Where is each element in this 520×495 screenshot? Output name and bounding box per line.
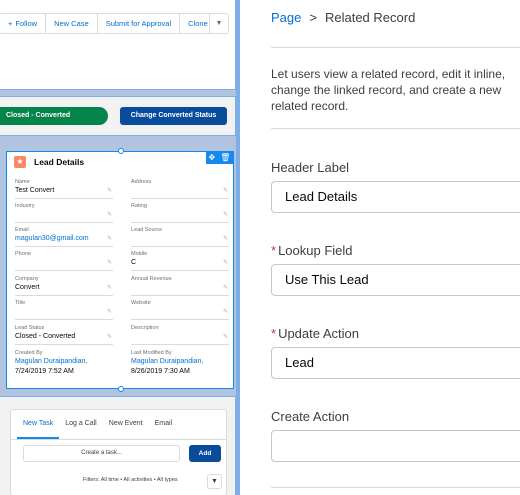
lookup-field-select[interactable]: Use This Lead [271,264,520,296]
pencil-icon[interactable]: ✎ [107,308,112,315]
pencil-icon[interactable]: ✎ [107,284,112,291]
created-by-user-link[interactable]: Magulan Duraipandian, [15,357,113,367]
pencil-icon[interactable]: ✎ [107,211,112,218]
field-lead-status: Lead Status Closed - Converted ✎ [15,324,113,345]
field-title: Title ✎ [15,299,113,320]
activity-component[interactable]: New Task Log a Call New Event Email Crea… [0,396,236,495]
more-actions-dropdown[interactable]: ▼ [209,13,229,34]
email-link[interactable]: magulan30@gmail.com [15,234,113,244]
move-icon[interactable]: ✥ [209,152,216,164]
resize-handle-bottom[interactable] [118,386,124,392]
pencil-icon[interactable]: ✎ [107,187,112,194]
update-action-select[interactable]: Lead [271,347,520,379]
pencil-icon[interactable]: ✎ [223,333,228,340]
lookup-field-label: * Lookup Field [271,243,353,258]
change-converted-status-button[interactable]: Change Converted Status [120,107,227,125]
field-website: Website ✎ [131,299,229,320]
required-indicator: * [271,243,277,258]
field-industry: Industry ✎ [15,202,113,223]
field-phone: Phone ✎ [15,250,113,271]
lead-details-card[interactable]: ✥ 🗑 ★ Lead Details Name Test Convert ✎ A… [6,148,234,392]
properties-panel: Page > Related Record Let users view a rel… [240,0,520,495]
header-label-input[interactable]: Lead Details [271,181,520,213]
modified-date: 8/26/2019 7:30 AM [131,368,190,375]
tab-new-task[interactable]: New Task [17,409,60,439]
delete-icon[interactable]: 🗑 [220,152,230,164]
field-address: Address ✎ [131,178,229,199]
field-lead-source: Lead Source ✎ [131,226,229,247]
action-button-group: + Follow New Case Submit for Approval Clo… [0,13,217,34]
plus-icon: + [8,19,13,28]
submit-for-approval-button[interactable]: Submit for Approval [98,14,181,33]
chevron-down-icon: ▼ [215,20,223,27]
update-action-label: * Update Action [271,326,360,341]
field-rating: Rating ✎ [131,202,229,223]
breadcrumb-separator: > [309,10,317,25]
create-action-select[interactable] [271,430,520,462]
card-header: ★ Lead Details [14,156,84,168]
pencil-icon[interactable]: ✎ [223,235,228,242]
field-last-modified-by: Last Modified By Magulan Duraipandian, 8… [131,349,229,377]
create-action-label: Create Action [271,409,350,424]
pencil-icon[interactable]: ✎ [223,284,228,291]
field-email: Email magulan30@gmail.com ✎ [15,226,113,247]
activity-card: New Task Log a Call New Event Email Crea… [10,409,227,495]
divider [271,128,520,129]
divider [271,487,520,488]
filter-funnel-icon[interactable]: ▼ [207,474,222,489]
pencil-icon[interactable]: ✎ [223,211,228,218]
modified-by-user-link[interactable]: Magulan Duraipandian, [131,357,229,367]
builder-canvas: + Follow New Case Submit for Approval Clo… [0,0,240,495]
breadcrumb-current: Related Record [324,10,416,25]
component-toolbar: ✥ 🗑 [206,152,233,164]
pencil-icon[interactable]: ✎ [107,259,112,266]
pencil-icon[interactable]: ✎ [107,333,112,340]
field-annual-revenue: Annual Revenue ✎ [131,275,229,296]
tab-log-a-call[interactable]: Log a Call [59,409,103,439]
breadcrumb-page-link[interactable]: Page [271,10,301,25]
follow-button[interactable]: + Follow [0,14,47,33]
field-name: Name Test Convert ✎ [15,178,113,199]
pencil-icon[interactable]: ✎ [223,187,228,194]
activity-tabs: New Task Log a Call New Event Email [11,410,226,440]
component-description: Let users view a related record, edit it… [271,67,506,113]
create-task-input[interactable]: Create a task... [23,445,180,462]
tab-email[interactable]: Email [149,409,179,439]
header-label-label: Header Label [271,160,350,175]
required-indicator: * [271,326,277,341]
field-created-by: Created By Magulan Duraipandian, 7/24/20… [15,349,113,377]
field-company: Company Convert ✎ [15,275,113,296]
add-task-button[interactable]: Add [189,445,221,462]
breadcrumb: Page > Related Record [271,10,415,25]
pencil-icon[interactable]: ✎ [107,235,112,242]
divider [271,47,520,48]
resize-handle-top[interactable] [118,148,124,154]
path-component[interactable]: Closed - Converted Change Converted Stat… [0,96,236,136]
field-mobile: Mobile C ✎ [131,250,229,271]
new-case-button[interactable]: New Case [46,14,98,33]
tab-new-event[interactable]: New Event [103,409,149,439]
pencil-icon[interactable]: ✎ [223,259,228,266]
card-title: Lead Details [34,157,85,167]
field-description: Description ✎ [131,324,229,345]
highlights-panel[interactable]: + Follow New Case Submit for Approval Clo… [0,0,236,90]
pencil-icon[interactable]: ✎ [223,308,228,315]
path-stage-converted[interactable]: Closed - Converted [0,107,108,125]
created-date: 7/24/2019 7:52 AM [15,368,74,375]
activity-filters-text: Filters: All time • All activities • All… [83,477,178,483]
lead-star-icon: ★ [14,156,26,168]
